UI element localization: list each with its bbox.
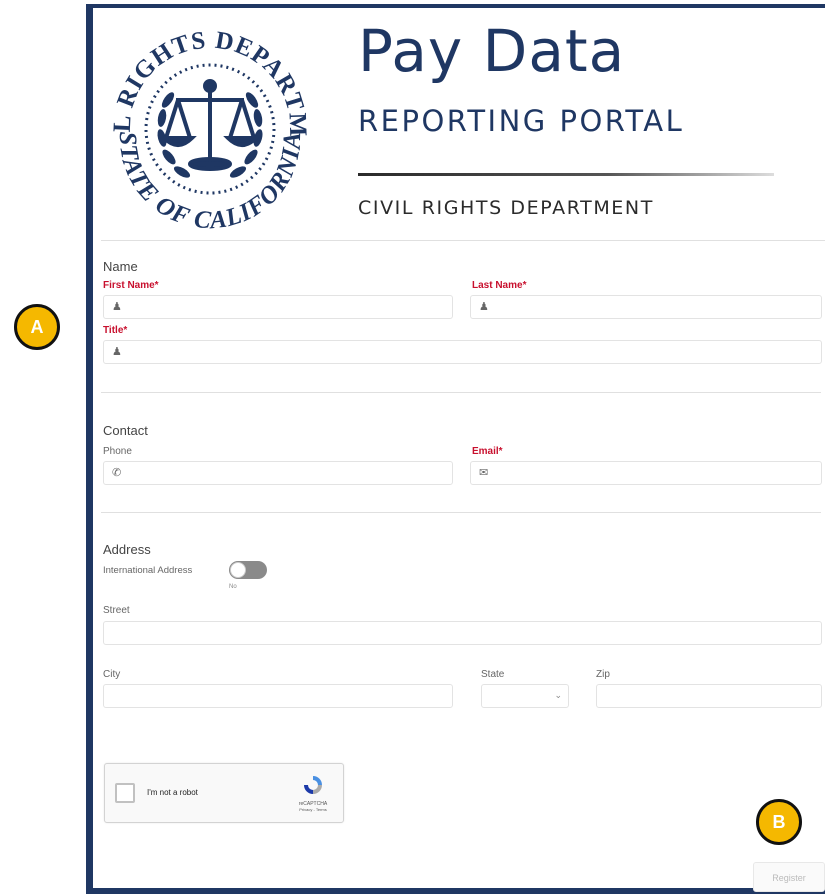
address-section-title: Address: [103, 542, 151, 557]
callout-badge-a: A: [14, 304, 60, 350]
page-title: Pay Data: [358, 17, 626, 85]
recaptcha-links[interactable]: Privacy - Terms: [293, 807, 333, 812]
title-divider: [358, 173, 774, 176]
page-subtitle: REPORTING PORTAL: [358, 104, 685, 138]
last-name-field[interactable]: ♟: [470, 295, 822, 319]
name-section-title: Name: [103, 259, 138, 274]
city-field[interactable]: [103, 684, 453, 708]
callout-badge-b: B: [756, 799, 802, 845]
city-label: City: [103, 669, 121, 680]
email-label: Email*: [472, 446, 503, 457]
last-name-label: Last Name*: [472, 280, 527, 291]
email-field[interactable]: ✉: [470, 461, 822, 485]
state-label: State: [481, 669, 505, 680]
person-icon: ♟: [112, 301, 122, 313]
title-field[interactable]: ♟: [103, 340, 822, 364]
contact-section-title: Contact: [103, 423, 148, 438]
street-field[interactable]: [103, 621, 822, 645]
chevron-down-icon: ⌄: [554, 690, 562, 700]
phone-field[interactable]: ✆: [103, 461, 453, 485]
first-name-label: First Name*: [103, 280, 159, 291]
register-button[interactable]: Register: [753, 862, 825, 892]
toggle-state-text: No: [229, 584, 237, 590]
civil-rights-seal-logo: CIVIL RIGHTS DEPARTMENT STATE OF CALIFOR…: [96, 10, 311, 235]
section-divider: [101, 392, 821, 393]
zip-field[interactable]: [596, 684, 822, 708]
recaptcha-icon: [304, 776, 322, 794]
toggle-knob: [230, 562, 246, 578]
first-name-field[interactable]: ♟: [103, 295, 453, 319]
envelope-icon: ✉: [479, 467, 489, 479]
recaptcha-widget: I'm not a robot reCAPTCHA Privacy - Term…: [104, 763, 344, 823]
person-icon: ♟: [479, 301, 489, 313]
state-select[interactable]: ⌄: [481, 684, 569, 708]
street-label: Street: [103, 605, 130, 616]
zip-label: Zip: [596, 669, 610, 680]
phone-label: Phone: [103, 446, 132, 457]
header-divider: [101, 240, 825, 241]
svg-text:CIVIL RIGHTS DEPARTMENT: CIVIL RIGHTS DEPARTMENT: [96, 10, 311, 138]
section-divider: [101, 512, 821, 513]
phone-icon: ✆: [112, 467, 122, 479]
recaptcha-label: I'm not a robot: [147, 788, 198, 797]
department-name: CIVIL RIGHTS DEPARTMENT: [358, 197, 654, 219]
recaptcha-checkbox[interactable]: [115, 783, 135, 803]
recaptcha-logo: reCAPTCHA Privacy - Terms: [293, 774, 333, 812]
international-address-label: International Address: [103, 565, 193, 576]
person-icon: ♟: [112, 346, 122, 358]
international-address-toggle[interactable]: [229, 561, 267, 579]
title-label: Title*: [103, 325, 128, 336]
